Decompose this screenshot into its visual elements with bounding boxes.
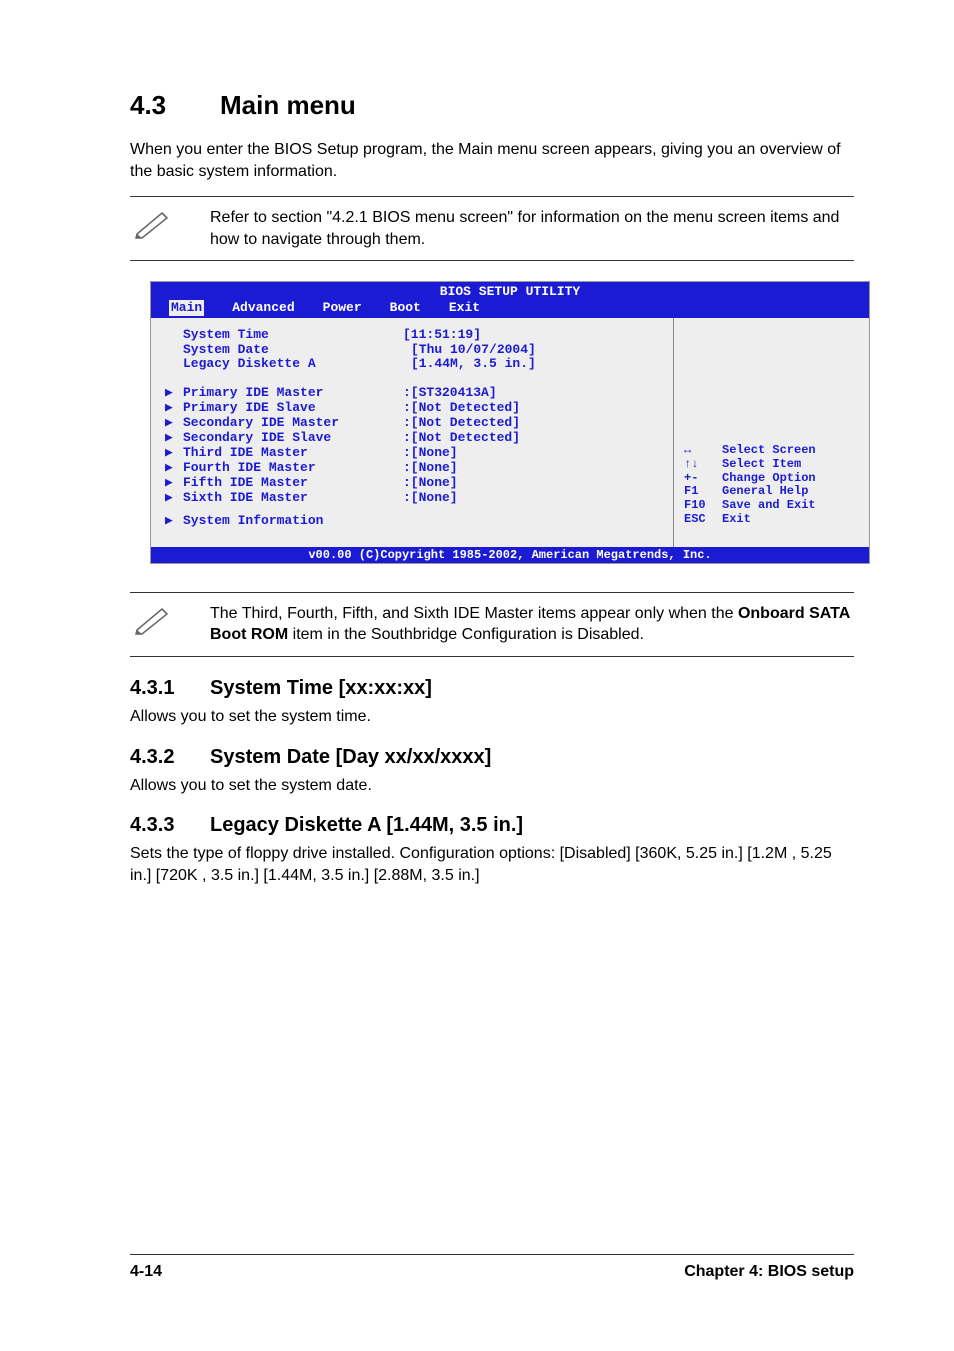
page-number: 4-14 <box>130 1263 162 1280</box>
bios-left-panel: System Time[11:51:19] System Date[Thu 10… <box>151 318 674 547</box>
bios-menu-power[interactable]: Power <box>323 300 362 316</box>
bios-help-row: ↔Select Screen <box>684 444 861 458</box>
sub-title: Legacy Diskette A [1.44M, 3.5 in.] <box>210 814 523 836</box>
triangle-right-icon: ▶ <box>165 514 183 529</box>
note-block-middle: The Third, Fourth, Fifth, and Sixth IDE … <box>130 592 854 657</box>
section-heading: 4.3Main menu <box>130 90 854 121</box>
chapter-label: Chapter 4: BIOS setup <box>684 1263 854 1281</box>
bios-row[interactable]: ▶Secondary IDE Slave:[Not Detected] <box>165 431 663 446</box>
bios-help-row: ESCExit <box>684 513 861 527</box>
sub-number: 4.3.1 <box>130 677 210 700</box>
bios-help-row: F10Save and Exit <box>684 499 861 513</box>
triangle-right-icon: ▶ <box>165 386 183 401</box>
pencil-icon <box>130 599 180 639</box>
bios-menu-boot[interactable]: Boot <box>390 300 421 316</box>
bios-body: System Time[11:51:19] System Date[Thu 10… <box>151 318 869 547</box>
sub-body: Allows you to set the system date. <box>130 775 854 797</box>
note-text-pre: The Third, Fourth, Fifth, and Sixth IDE … <box>210 605 738 622</box>
bios-help-row: ↑↓Select Item <box>684 458 861 472</box>
bios-header: BIOS SETUP UTILITY Main Advanced Power B… <box>151 282 869 317</box>
note-block-top: Refer to section "4.2.1 BIOS menu screen… <box>130 196 854 261</box>
bios-help-row: +-Change Option <box>684 472 861 486</box>
triangle-right-icon: ▶ <box>165 491 183 506</box>
sub-number: 4.3.3 <box>130 814 210 837</box>
sub-title: System Time [xx:xx:xx] <box>210 677 432 699</box>
bios-row[interactable]: ▶Sixth IDE Master:[None] <box>165 491 663 506</box>
triangle-right-icon: ▶ <box>165 416 183 431</box>
bios-menu-main[interactable]: Main <box>169 300 204 316</box>
bios-menu-advanced[interactable]: Advanced <box>232 300 294 316</box>
note-middle-text: The Third, Fourth, Fifth, and Sixth IDE … <box>210 599 854 650</box>
section-title: Main menu <box>220 90 356 120</box>
bios-row[interactable]: ▶Primary IDE Master:[ST320413A] <box>165 386 663 401</box>
triangle-right-icon: ▶ <box>165 461 183 476</box>
bios-row[interactable]: ▶Secondary IDE Master:[Not Detected] <box>165 416 663 431</box>
note-top-text: Refer to section "4.2.1 BIOS menu screen… <box>210 203 854 254</box>
sub-body: Sets the type of floppy drive installed.… <box>130 843 854 886</box>
triangle-right-icon: ▶ <box>165 476 183 491</box>
bios-menu-exit[interactable]: Exit <box>449 300 480 316</box>
bios-row[interactable]: System Time[11:51:19] <box>165 328 663 343</box>
triangle-right-icon: ▶ <box>165 446 183 461</box>
bios-row[interactable]: ▶Fifth IDE Master:[None] <box>165 476 663 491</box>
triangle-right-icon: ▶ <box>165 431 183 446</box>
subsection-heading: 4.3.3Legacy Diskette A [1.44M, 3.5 in.] <box>130 814 854 837</box>
section-number: 4.3 <box>130 90 220 121</box>
bios-row[interactable]: System Date[Thu 10/07/2004] <box>165 343 663 358</box>
sub-title: System Date [Day xx/xx/xxxx] <box>210 746 491 768</box>
bios-help-panel: ↔Select Screen ↑↓Select Item +-Change Op… <box>674 318 869 547</box>
note-text-post: item in the Southbridge Configuration is… <box>288 626 644 643</box>
bios-copyright: v00.00 (C)Copyright 1985-2002, American … <box>151 547 869 563</box>
bios-title: BIOS SETUP UTILITY <box>151 284 869 300</box>
page-footer: 4-14 Chapter 4: BIOS setup <box>130 1263 854 1281</box>
bios-setup-screenshot: BIOS SETUP UTILITY Main Advanced Power B… <box>150 281 870 563</box>
bios-row[interactable]: ▶Primary IDE Slave:[Not Detected] <box>165 401 663 416</box>
pencil-icon <box>130 203 180 243</box>
subsection-heading: 4.3.2System Date [Day xx/xx/xxxx] <box>130 746 854 769</box>
bios-row[interactable]: ▶Third IDE Master:[None] <box>165 446 663 461</box>
sub-body: Allows you to set the system time. <box>130 706 854 728</box>
bios-row[interactable]: ▶System Information <box>165 514 663 529</box>
footer-rule <box>130 1254 854 1255</box>
sub-number: 4.3.2 <box>130 746 210 769</box>
triangle-right-icon: ▶ <box>165 401 183 416</box>
subsection-heading: 4.3.1System Time [xx:xx:xx] <box>130 677 854 700</box>
bios-row[interactable]: Legacy Diskette A[1.44M, 3.5 in.] <box>165 357 663 372</box>
bios-help-row: F1General Help <box>684 485 861 499</box>
bios-row[interactable]: ▶Fourth IDE Master:[None] <box>165 461 663 476</box>
bios-menubar: Main Advanced Power Boot Exit <box>151 300 869 318</box>
section-intro: When you enter the BIOS Setup program, t… <box>130 139 854 182</box>
